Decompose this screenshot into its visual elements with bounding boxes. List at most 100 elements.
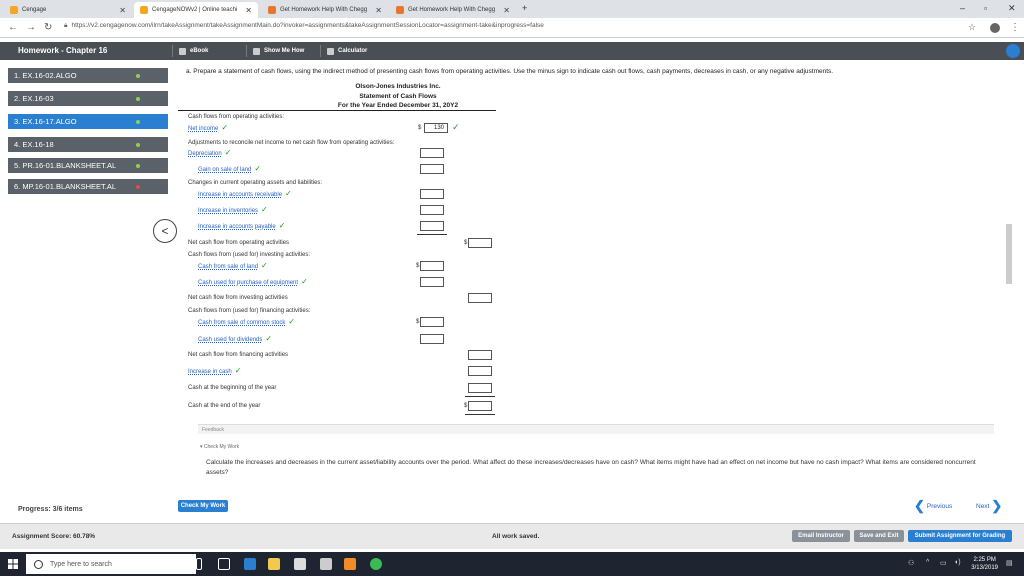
depreciation-label[interactable]: Depreciation ✓ xyxy=(188,148,231,157)
financing-header: Cash flows from (used for) financing act… xyxy=(188,308,311,314)
microphone-icon[interactable] xyxy=(196,558,202,570)
save-and-exit-button[interactable]: Save and Exit xyxy=(854,530,904,542)
file-explorer-icon[interactable] xyxy=(268,558,280,570)
net-income-input[interactable]: 130 xyxy=(424,123,448,133)
investing-header: Cash flows from (used for) investing act… xyxy=(188,252,311,258)
cash-end-input[interactable] xyxy=(468,401,492,411)
purchase-equipment-input[interactable] xyxy=(420,277,444,287)
help-icon[interactable] xyxy=(1006,44,1020,58)
forward-icon[interactable]: → xyxy=(26,22,36,33)
statement-period: For the Year Ended December 31, 20Y2 xyxy=(337,102,459,109)
windows-taskbar: Type here to search ⚇ ^ ▭ ◖) 2:25 PM 3/1… xyxy=(0,552,1024,576)
purchase-equipment-label[interactable]: Cash used for purchase of equipment ✓ xyxy=(198,277,308,286)
sidebar-item-mp-16-01[interactable]: 6. MP.16-01.BLANKSHEET.AL xyxy=(8,179,168,194)
minimize-icon[interactable]: – xyxy=(960,3,965,13)
row-label-text: Cash used for purchase of equipment xyxy=(198,280,299,286)
close-icon[interactable]: ✕ xyxy=(503,6,510,15)
status-dot-icon xyxy=(136,163,140,168)
net-operating-input[interactable] xyxy=(468,238,492,248)
gain-on-sale-input[interactable] xyxy=(420,164,444,174)
check-my-work-button[interactable]: Check My Work xyxy=(178,500,228,512)
edge-icon[interactable] xyxy=(244,558,256,570)
people-icon[interactable]: ⚇ xyxy=(908,559,914,567)
browser-tab[interactable]: Get Homework Help With Chegg ✕ xyxy=(262,2,388,18)
store-icon[interactable] xyxy=(294,558,306,570)
tab-title: Get Homework Help With Chegg xyxy=(280,7,368,13)
increase-in-cash-label[interactable]: Increase in cash ✓ xyxy=(188,366,241,375)
app-header: Homework - Chapter 16 eBook Show Me How … xyxy=(0,42,1024,60)
close-window-icon[interactable]: ✕ xyxy=(1008,3,1016,14)
close-icon[interactable]: ✕ xyxy=(375,6,382,15)
sidebar-item-pr-16-01[interactable]: 5. PR.16-01.BLANKSHEET.AL xyxy=(8,158,168,173)
email-instructor-button[interactable]: Email Instructor xyxy=(792,530,850,542)
sidebar-item-ex-16-17[interactable]: 3. EX.16-17.ALGO xyxy=(8,114,168,129)
sale-of-land-label[interactable]: Cash from sale of land ✓ xyxy=(198,261,268,270)
increase-ap-label[interactable]: Increase in accounts payable ✓ xyxy=(198,221,285,230)
notifications-icon[interactable]: ▤ xyxy=(1006,559,1013,567)
new-tab-icon[interactable]: + xyxy=(522,3,527,13)
dividends-label[interactable]: Cash used for dividends ✓ xyxy=(198,334,272,343)
check-my-work-toggle[interactable]: ▾ Check My Work xyxy=(200,444,239,450)
tray-chevron-up-icon[interactable]: ^ xyxy=(926,559,929,566)
book-icon xyxy=(179,47,186,55)
close-icon[interactable]: ✕ xyxy=(119,6,126,15)
ebook-button[interactable]: eBook xyxy=(172,45,208,57)
network-icon[interactable]: ▭ xyxy=(940,559,947,567)
back-icon[interactable]: ← xyxy=(8,22,18,33)
previous-button[interactable]: ❮ Previous xyxy=(912,498,952,514)
sidebar-item-ex-16-02[interactable]: 1. EX.16-02.ALGO xyxy=(8,68,168,83)
taskbar-search-input[interactable]: Type here to search xyxy=(26,554,196,574)
cash-beginning-label: Cash at the beginning of the year xyxy=(188,385,277,391)
status-dot-icon xyxy=(136,96,140,101)
feedback-bar[interactable]: Feedback xyxy=(198,424,994,434)
dividends-input[interactable] xyxy=(420,334,444,344)
close-icon[interactable]: ✕ xyxy=(245,6,252,15)
chrome-icon[interactable] xyxy=(370,558,382,570)
bookmark-star-icon[interactable]: ☆ xyxy=(968,22,976,33)
url-field[interactable]: 🔒︎ https://v2.cengagenow.com/ilrn/takeAss… xyxy=(64,22,944,30)
menu-dots-icon[interactable]: ⋮ xyxy=(1010,22,1020,33)
net-investing-input[interactable] xyxy=(468,293,492,303)
scrollbar-thumb[interactable] xyxy=(1006,224,1012,284)
system-clock[interactable]: 2:25 PM 3/13/2019 xyxy=(971,556,998,572)
gain-on-sale-label[interactable]: Gain on sale of land ✓ xyxy=(198,164,261,173)
dollar-sign: $ xyxy=(418,125,422,131)
increase-inventories-input[interactable] xyxy=(420,205,444,215)
checkmark-icon: ✓ xyxy=(224,148,232,157)
vlc-icon[interactable] xyxy=(344,558,356,570)
increase-ar-label[interactable]: Increase in accounts receivable ✓ xyxy=(198,189,292,198)
calculator-button[interactable]: Calculator xyxy=(320,45,367,57)
browser-tab[interactable]: Cengage ✕ xyxy=(4,2,132,18)
next-button[interactable]: Next ❯ xyxy=(976,498,1004,514)
browser-tab-active[interactable]: CengageNOWv2 | Online teachi ✕ xyxy=(134,2,258,18)
header-divider xyxy=(178,110,496,111)
submit-assignment-button[interactable]: Submit Assignment for Grading xyxy=(908,530,1012,542)
browser-tab[interactable]: Get Homework Help With Chegg ✕ xyxy=(390,2,516,18)
net-financing-label: Net cash flow from financing activities xyxy=(188,352,289,358)
sale-of-stock-input[interactable] xyxy=(420,317,444,327)
operating-header: Cash flows from operating activities: xyxy=(188,114,285,120)
task-view-icon[interactable] xyxy=(218,558,230,570)
net-financing-input[interactable] xyxy=(468,350,492,360)
increase-ar-input[interactable] xyxy=(420,189,444,199)
increase-in-cash-input[interactable] xyxy=(468,366,492,376)
profile-icon[interactable] xyxy=(990,23,1000,33)
depreciation-input[interactable] xyxy=(420,148,444,158)
sidebar-item-ex-16-18[interactable]: 4. EX.16-18 xyxy=(8,137,168,152)
volume-icon[interactable]: ◖) xyxy=(954,559,961,566)
cash-beginning-input[interactable] xyxy=(468,383,492,393)
net-income-label[interactable]: Net income ✓ xyxy=(188,123,228,132)
show-me-how-button[interactable]: Show Me How xyxy=(246,45,304,57)
windows-start-icon[interactable] xyxy=(8,559,18,569)
maximize-icon[interactable]: ▫ xyxy=(984,3,987,13)
increase-inventories-label[interactable]: Increase in inventories ✓ xyxy=(198,205,268,214)
checkmark-icon: ✓ xyxy=(301,277,308,286)
sale-of-stock-label[interactable]: Cash from sale of common stock ✓ xyxy=(198,317,295,326)
increase-ap-input[interactable] xyxy=(420,221,444,231)
dollar-sign: $ xyxy=(416,319,420,325)
reload-icon[interactable]: ↻ xyxy=(44,22,52,33)
mail-icon[interactable] xyxy=(320,558,332,570)
sidebar-item-ex-16-03[interactable]: 2. EX.16-03 xyxy=(8,91,168,106)
sale-of-land-input[interactable] xyxy=(420,261,444,271)
collapse-sidebar-chevron-icon[interactable]: < xyxy=(153,219,177,243)
